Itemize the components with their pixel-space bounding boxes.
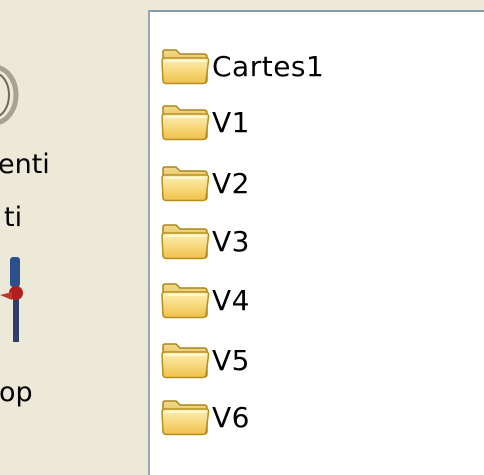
left-panel-item-label[interactable]: op: [0, 378, 33, 408]
left-panel-item-label[interactable]: ti: [4, 203, 22, 233]
folder-item-v4[interactable]: V4: [160, 280, 250, 320]
file-list: Cartes1 V1 V2 V3 V4 V5 V6: [148, 10, 484, 475]
folder-item-v5[interactable]: V5: [160, 340, 250, 380]
folder-name: V2: [212, 166, 250, 200]
folder-item-cartes1[interactable]: Cartes1: [160, 46, 324, 86]
folder-item-v1[interactable]: V1: [160, 102, 250, 142]
folder-item-v6[interactable]: V6: [160, 397, 250, 437]
folder-icon: [160, 47, 210, 85]
folder-icon: [160, 164, 210, 202]
folder-icon: [160, 341, 210, 379]
left-panel: enti ti op: [0, 0, 148, 475]
folder-icon: [160, 103, 210, 141]
folder-name: V3: [212, 224, 250, 258]
folder-item-v2[interactable]: V2: [160, 163, 250, 203]
folder-name: V1: [212, 105, 250, 139]
folder-item-v3[interactable]: V3: [160, 221, 250, 261]
left-panel-item-label[interactable]: enti: [0, 150, 50, 180]
folder-name: Cartes1: [212, 49, 325, 83]
folder-icon: [160, 281, 210, 319]
folder-icon: [160, 222, 210, 260]
folder-name: V6: [212, 400, 250, 434]
folder-name: V4: [212, 283, 250, 317]
folder-name: V5: [212, 343, 250, 377]
tool-icon: [0, 257, 23, 342]
round-icon: [0, 65, 19, 125]
folder-icon: [160, 398, 210, 436]
